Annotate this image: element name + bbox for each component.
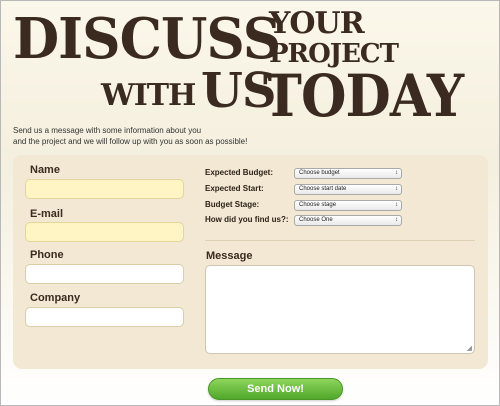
company-field[interactable] — [26, 309, 183, 327]
start-label: Expected Start: — [205, 184, 264, 193]
budget-select-value: Choose budget — [299, 170, 340, 176]
budget-select[interactable]: Choose budget ↕ — [294, 168, 402, 179]
headline-today: TODAY — [263, 62, 464, 130]
resize-handle-icon[interactable]: ◢ — [467, 344, 472, 352]
name-field-wrapper — [25, 179, 184, 199]
message-label: Message — [206, 250, 253, 262]
email-field[interactable] — [26, 224, 183, 242]
intro-line-1: Send us a message with some information … — [13, 126, 202, 135]
select-arrows-icon: ↕ — [395, 170, 398, 176]
stage-select-value: Choose stage — [299, 202, 337, 208]
source-select[interactable]: Choose One ↕ — [294, 215, 402, 226]
stage-label: Budget Stage: — [205, 200, 260, 209]
page-headline: DISCUSS YOUR PROJECT WITH US TODAY — [1, 1, 500, 131]
source-label: How did you find us?: — [205, 215, 289, 224]
form-divider — [205, 240, 475, 241]
name-field[interactable] — [26, 181, 183, 199]
source-select-value: Choose One — [299, 217, 333, 223]
start-select-value: Choose start date — [299, 186, 347, 192]
headline-with: WITH — [101, 78, 196, 113]
select-arrows-icon: ↕ — [395, 202, 398, 208]
name-label: Name — [30, 164, 60, 176]
stage-select[interactable]: Choose stage ↕ — [294, 200, 402, 211]
send-now-button[interactable]: Send Now! — [208, 378, 343, 400]
budget-label: Expected Budget: — [205, 168, 274, 177]
select-arrows-icon: ↕ — [395, 217, 398, 223]
headline-discuss: DISCUSS — [13, 6, 281, 72]
intro-text: Send us a message with some information … — [13, 125, 313, 147]
headline-your: YOUR — [269, 6, 365, 41]
company-label: Company — [30, 292, 81, 304]
message-field-wrapper: ◢ — [205, 265, 475, 354]
email-label: E-mail — [30, 208, 64, 220]
company-field-wrapper — [25, 307, 184, 327]
message-field[interactable] — [206, 266, 474, 353]
intro-line-2: and the project and we will follow up wi… — [13, 137, 248, 146]
email-field-wrapper — [25, 222, 184, 242]
start-select[interactable]: Choose start date ↕ — [294, 184, 402, 195]
phone-field[interactable] — [26, 266, 183, 284]
select-arrows-icon: ↕ — [395, 186, 398, 192]
phone-field-wrapper — [25, 264, 184, 284]
phone-label: Phone — [30, 249, 64, 261]
